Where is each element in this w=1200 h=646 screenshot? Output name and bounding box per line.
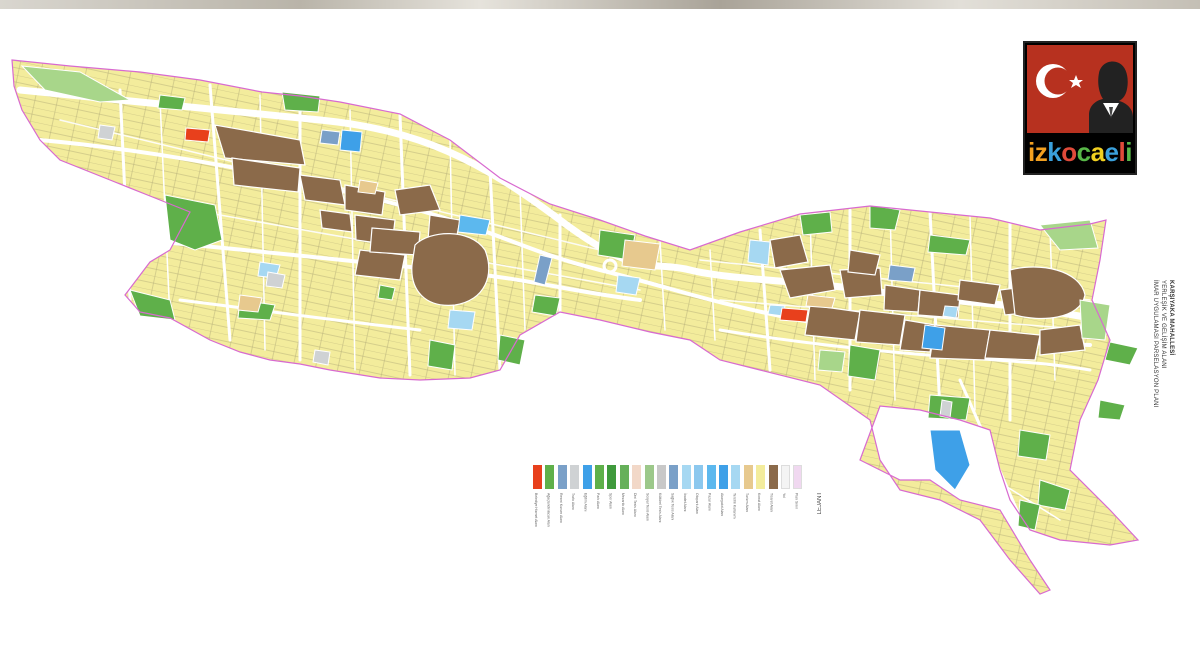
legend-swatch bbox=[706, 465, 716, 489]
legend-label: Trafo Alanı bbox=[571, 493, 576, 510]
legend-swatch bbox=[595, 465, 604, 489]
legend-label: Tercihli Kullanım bbox=[732, 493, 737, 519]
legend-label: Sağlık Tesis Alanı bbox=[670, 493, 675, 521]
legend-item: Mezarlık Alanı bbox=[619, 459, 630, 539]
legend-item: Turizm Alanı bbox=[743, 459, 754, 539]
legend-item: İbadet Alanı bbox=[681, 459, 692, 539]
legend-item: Dini Tesis Alanı bbox=[632, 459, 642, 539]
legend-item: Otopark Alanı bbox=[694, 459, 704, 539]
plan-title-line-1: KARŞIYAKA MAHALLESİ bbox=[1168, 280, 1174, 356]
brand-part: a bbox=[1090, 137, 1105, 167]
legend-item: Plan Sınırı bbox=[793, 459, 803, 539]
legend-item: Ticaret Alanı bbox=[768, 459, 779, 539]
plan-title: KARŞIYAKA MAHALLESİ YERLEŞİK VE GELİŞİM … bbox=[1150, 280, 1180, 480]
legend-swatch bbox=[557, 465, 567, 489]
legend-item: Pazar Alanı bbox=[706, 459, 717, 539]
legend-label: İbadet Alanı bbox=[682, 493, 687, 512]
izkocaeli-logo: izkocaeli bbox=[1023, 41, 1137, 175]
legend-item: Ağaçlandırılacak Alan bbox=[545, 459, 555, 539]
legend-swatch bbox=[731, 465, 741, 489]
legend-swatch bbox=[533, 465, 542, 489]
legend-item: Belediye Hizmet Alanı bbox=[533, 459, 543, 539]
legend-label: Pazar Alanı bbox=[707, 493, 712, 511]
legend-swatch bbox=[632, 465, 642, 489]
legend-item: Kültürel Tesis Alanı bbox=[657, 459, 667, 539]
legend-label: Plan Sınırı bbox=[794, 493, 799, 510]
brand-part: o bbox=[1061, 137, 1077, 167]
legend-swatch bbox=[545, 465, 555, 489]
parcel-map[interactable] bbox=[0, 0, 1200, 646]
legend-label: Otopark Alanı bbox=[695, 493, 700, 515]
legend-item: Konut Alanı bbox=[756, 459, 766, 539]
legend-label: Konut Alanı bbox=[757, 493, 762, 511]
legend-label: Spor Alanı bbox=[608, 493, 613, 510]
legend-swatch bbox=[669, 465, 679, 489]
legend-swatch bbox=[781, 465, 790, 489]
brand-part: k bbox=[1047, 137, 1062, 167]
legend-label: Kültürel Tesis Alanı bbox=[658, 493, 662, 523]
legend-item: Akaryakıt Alanı bbox=[719, 459, 729, 539]
legend-label: Ağaçlandırılacak Alan bbox=[546, 493, 551, 527]
legend-label: Dini Tesis Alanı bbox=[633, 493, 638, 517]
legend-label: Eğitim Alanı bbox=[583, 493, 588, 512]
legend-swatch bbox=[582, 465, 592, 489]
legend-swatch bbox=[644, 465, 654, 489]
brand-part: iz bbox=[1028, 137, 1048, 167]
legend-item: Park Alanı bbox=[595, 459, 605, 539]
legend-item: Sağlık Tesis Alanı bbox=[669, 459, 679, 539]
legend-label: Belediye Hizmet Alanı bbox=[534, 493, 538, 528]
legend-swatch bbox=[768, 465, 778, 489]
legend-swatch bbox=[756, 465, 766, 489]
legend-item: Sosyal Tesis Alanı bbox=[644, 459, 655, 539]
legend-item: Yol bbox=[781, 459, 791, 539]
legend-swatch bbox=[793, 465, 803, 489]
legend-swatch bbox=[743, 465, 753, 489]
legend-swatch bbox=[607, 465, 617, 489]
legend-item: Resmi Kurum Alanı bbox=[557, 459, 568, 539]
legend-label: Park Alanı bbox=[596, 493, 600, 509]
legend-item: Eğitim Alanı bbox=[582, 459, 593, 539]
legend-label: Akaryakıt Alanı bbox=[720, 493, 724, 517]
legend-label: Yol bbox=[782, 493, 786, 498]
legend-swatch bbox=[619, 465, 629, 489]
brand-part: i bbox=[1125, 137, 1132, 167]
brand-part: l bbox=[1118, 137, 1126, 167]
legend-label: Mezarlık Alanı bbox=[620, 493, 625, 515]
flag-portrait-image bbox=[1027, 45, 1133, 133]
legend-swatch bbox=[657, 465, 666, 489]
legend-swatch bbox=[570, 465, 580, 489]
crescent-star-icon bbox=[1036, 61, 1133, 133]
legend-swatch bbox=[681, 465, 691, 489]
legend-title: LEJANT bbox=[817, 492, 823, 515]
legend-label: Resmi Kurum Alanı bbox=[558, 493, 563, 523]
plan-title-line-2: YERLEŞİK VE GELİŞİM ALANI bbox=[1160, 280, 1166, 369]
legend-item: Spor Alanı bbox=[607, 459, 617, 539]
legend-swatch bbox=[719, 465, 728, 489]
legend-label: Ticaret Alanı bbox=[769, 493, 774, 513]
legend-item: Trafo Alanı bbox=[570, 459, 580, 539]
legend-label: Turizm Alanı bbox=[744, 493, 749, 513]
legend-label: Sosyal Tesis Alanı bbox=[645, 493, 650, 522]
brand-wordmark: izkocaeli bbox=[1025, 137, 1135, 167]
plan-title-line-3: İMAR UYGULAMASI PARSELASYON PLANI bbox=[1152, 280, 1158, 408]
legend-item: Tercihli Kullanım bbox=[731, 459, 741, 539]
map-legend: Belediye Hizmet Alanı Ağaçlandırılacak Al… bbox=[527, 459, 825, 539]
brand-part: e bbox=[1104, 137, 1119, 167]
brand-part: c bbox=[1076, 137, 1091, 167]
legend-swatch bbox=[694, 465, 704, 489]
